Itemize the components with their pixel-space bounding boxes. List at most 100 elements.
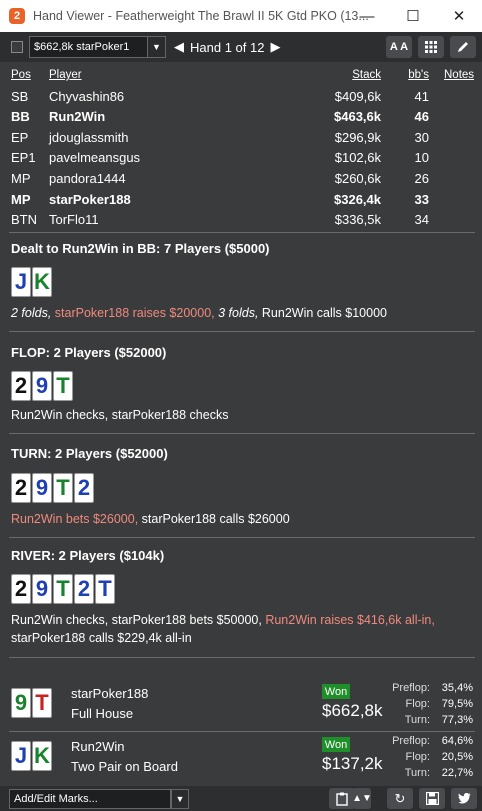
player-pos: SB xyxy=(11,88,29,104)
preflop-action-folds-2: 3 folds, xyxy=(218,306,259,320)
won-amount: $662,8k xyxy=(322,701,383,720)
player-row[interactable]: MP pandora1444 $260,6k 26 xyxy=(0,169,482,190)
header-stack[interactable]: Stack xyxy=(352,69,381,81)
player-stack: $409,6k xyxy=(334,88,381,104)
chevron-down-icon[interactable]: ▼ xyxy=(171,789,189,809)
playing-card-diamond: 9 xyxy=(32,473,52,503)
player-row[interactable]: BTN TorFlo11 $336,5k 34 xyxy=(0,210,482,231)
app-logo-icon: 2 xyxy=(9,8,25,24)
player-stack: $336,5k xyxy=(334,212,381,228)
pencil-icon[interactable] xyxy=(450,36,476,58)
preflop-actions: 2 folds, starPoker188 raises $20000, 3 f… xyxy=(11,304,476,322)
clipboard-icon[interactable] xyxy=(329,788,355,809)
river-title: RIVER: 2 Players ($104k) xyxy=(11,548,165,563)
player-row[interactable]: EP jdouglassmith $296,9k 30 xyxy=(0,128,482,149)
font-size-button[interactable]: A A xyxy=(386,36,412,58)
divider xyxy=(9,331,475,332)
player-name: TorFlo11 xyxy=(49,212,99,228)
player-pos: EP xyxy=(11,129,29,145)
river-cards: 29T2T xyxy=(11,574,115,604)
player-row[interactable]: SB Chyvashin86 $409,6k 41 xyxy=(0,87,482,108)
playing-card-club: K xyxy=(32,267,52,297)
player-pos: BB xyxy=(11,109,30,125)
turn-equity: 22,7% xyxy=(441,767,473,779)
select-checkbox[interactable] xyxy=(11,41,23,53)
result-hand-rank: Two Pair on Board xyxy=(71,759,178,774)
player-pos: MP xyxy=(11,191,31,207)
river-action-raise: Run2Win raises $416,6k all-in, xyxy=(265,613,435,627)
playing-card-diamond: 2 xyxy=(74,574,94,604)
player-stack: $102,6k xyxy=(334,150,381,166)
divider xyxy=(9,657,475,658)
player-bbs: 46 xyxy=(414,109,429,125)
preflop-equity-label: Preflop: xyxy=(392,682,430,694)
result-player-name: Run2Win xyxy=(71,739,125,754)
player-bbs: 26 xyxy=(414,170,429,186)
flop-action: Run2Win checks, starPoker188 checks xyxy=(11,408,229,422)
playing-card-spade: 2 xyxy=(11,574,31,604)
playing-card-diamond: 9 xyxy=(32,574,52,604)
players-header: Pos Player Stack bb's Notes xyxy=(0,66,482,87)
result-cards: JK xyxy=(11,741,52,771)
maximize-button[interactable]: ☐ xyxy=(390,0,436,32)
player-pos: EP1 xyxy=(11,150,36,166)
chevron-down-icon[interactable]: ▼ xyxy=(148,36,166,58)
playing-card-club: T xyxy=(53,574,73,604)
river-actions: Run2Win checks, starPoker188 bets $50000… xyxy=(11,611,476,647)
preflop-action-call: Run2Win calls $10000 xyxy=(261,306,387,320)
player-row[interactable]: BB Run2Win $463,6k 46 xyxy=(0,107,482,128)
bottom-bar: Add/Edit Marks... ▼ ▲▼ ↻ xyxy=(0,786,482,811)
player-bbs: 33 xyxy=(414,191,429,207)
prev-hand-icon[interactable]: ◀ xyxy=(174,39,184,55)
preflop-equity-label: Preflop: xyxy=(392,735,430,747)
flop-equity: 20,5% xyxy=(441,751,473,763)
marks-select[interactable]: Add/Edit Marks... xyxy=(9,789,171,809)
save-icon[interactable] xyxy=(419,788,445,809)
players-table: Pos Player Stack bb's Notes SB Chyvashin8… xyxy=(0,66,482,231)
header-pos[interactable]: Pos xyxy=(11,69,31,81)
header-player[interactable]: Player xyxy=(49,69,82,81)
sort-icon[interactable]: ▲▼ xyxy=(352,788,372,809)
player-name: Run2Win xyxy=(49,109,106,125)
player-row[interactable]: MP starPoker188 $326,4k 33 xyxy=(0,190,482,211)
flop-cards: 29T xyxy=(11,371,73,401)
minimize-button[interactable]: — xyxy=(344,0,390,32)
close-button[interactable]: ✕ xyxy=(436,0,482,32)
player-bbs: 34 xyxy=(414,212,429,228)
preflop-equity: 35,4% xyxy=(441,682,473,694)
flop-equity: 79,5% xyxy=(441,698,473,710)
window-title: Hand Viewer - Featherweight The Brawl II… xyxy=(33,9,369,23)
grid-icon[interactable] xyxy=(418,36,444,58)
replay-icon[interactable]: ↻ xyxy=(387,788,413,809)
turn-actions: Run2Win bets $26000, starPoker188 calls … xyxy=(11,510,476,528)
flop-equity-label: Flop: xyxy=(405,751,430,763)
result-hand-rank: Full House xyxy=(71,706,134,721)
player-stack: $463,6k xyxy=(334,109,381,125)
next-hand-icon[interactable]: ▶ xyxy=(270,39,280,55)
river-action-call: starPoker188 calls $229,4k all-in xyxy=(11,631,192,645)
hole-cards: JK xyxy=(11,267,52,297)
flop-title: FLOP: 2 Players ($52000) xyxy=(11,345,167,360)
player-select[interactable]: $662,8k starPoker1 xyxy=(29,36,148,58)
won-badge: Won xyxy=(322,684,350,699)
player-stack: $326,4k xyxy=(334,191,381,207)
hand-counter: Hand 1 of 12 xyxy=(190,39,265,55)
header-bbs[interactable]: bb's xyxy=(408,69,429,81)
twitter-icon[interactable] xyxy=(451,788,477,809)
divider xyxy=(9,731,475,732)
playing-card-diamond: J xyxy=(11,741,31,771)
turn-cards: 29T2 xyxy=(11,473,94,503)
result-cards: 9T xyxy=(11,688,52,718)
turn-equity-label: Turn: xyxy=(404,714,430,726)
preflop-action-raise: starPoker188 raises $20000, xyxy=(54,306,215,320)
turn-equity: 77,3% xyxy=(441,714,473,726)
title-bar: 2 Hand Viewer - Featherweight The Brawl … xyxy=(0,0,482,32)
playing-card-spade: 2 xyxy=(11,371,31,401)
playing-card-club: 9 xyxy=(11,688,31,718)
won-amount: $137,2k xyxy=(322,754,383,773)
player-row[interactable]: EP1 pavelmeansgus $102,6k 10 xyxy=(0,148,482,169)
header-notes[interactable]: Notes xyxy=(444,69,474,81)
turn-title: TURN: 2 Players ($52000) xyxy=(11,446,168,461)
playing-card-club: K xyxy=(32,741,52,771)
playing-card-heart: T xyxy=(32,688,52,718)
